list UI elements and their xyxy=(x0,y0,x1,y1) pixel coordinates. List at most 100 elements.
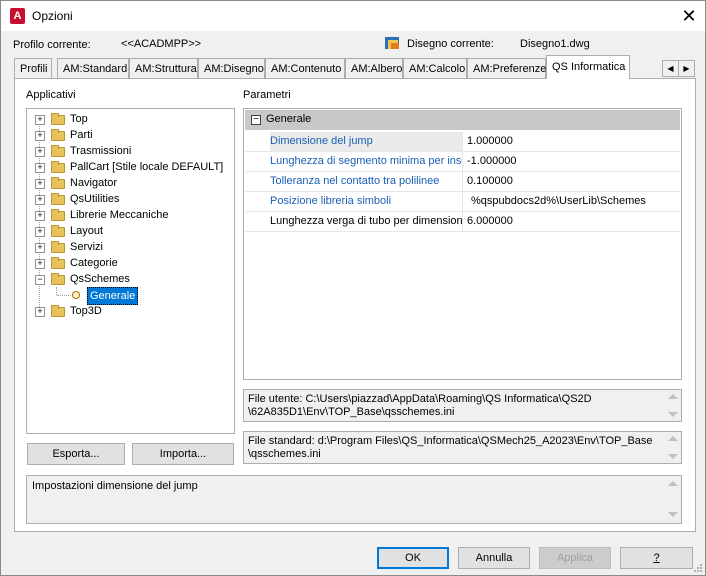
tree-item-servizi[interactable]: + Servizi xyxy=(27,239,232,255)
tree-item-top3d[interactable]: + Top3D xyxy=(27,303,232,319)
options-dialog: A Opzioni ✕ Profilo corrente: <<ACADMPP>… xyxy=(0,0,706,576)
collapse-icon[interactable]: − xyxy=(35,275,45,285)
tree-item-navigator[interactable]: + Navigator xyxy=(27,175,232,191)
group-title: Generale xyxy=(266,113,312,125)
tree-line xyxy=(56,287,57,295)
param-value[interactable]: %qspubdocs2d%\UserLib\Schemes xyxy=(462,192,680,211)
expand-icon[interactable]: + xyxy=(35,195,45,205)
scroll-up-icon[interactable] xyxy=(668,394,678,399)
tree-item-trasmissioni[interactable]: + Trasmissioni xyxy=(27,143,232,159)
expand-icon[interactable]: + xyxy=(35,115,45,125)
scroll-down-icon[interactable] xyxy=(668,454,678,459)
tab-am-calcolo[interactable]: AM:Calcolo xyxy=(403,58,467,78)
tree-item-categorie[interactable]: + Categorie xyxy=(27,255,232,271)
tree-item-qsschemes[interactable]: − QsSchemes xyxy=(27,271,232,287)
tree-item-label: Servizi xyxy=(70,241,104,253)
close-icon[interactable]: ✕ xyxy=(673,3,705,29)
param-name: Lunghezza di segmento minima per inser xyxy=(270,155,462,167)
folder-icon xyxy=(51,129,65,141)
tree-item-label: Top3D xyxy=(70,305,102,317)
resize-grip-icon[interactable] xyxy=(693,563,703,573)
ok-button[interactable]: OK xyxy=(377,547,449,569)
user-file-line2: \62A835D1\Env\TOP_Base\qsschemes.ini xyxy=(248,406,455,418)
description-box: Impostazioni dimensione del jump xyxy=(26,475,682,524)
grid-row[interactable]: Lunghezza verga di tubo per dimensiona 6… xyxy=(245,212,681,232)
folder-icon xyxy=(51,257,65,269)
tree-item-parti[interactable]: + Parti xyxy=(27,127,232,143)
grid-row[interactable]: Lunghezza di segmento minima per inser -… xyxy=(245,152,681,172)
tree-item-top[interactable]: + Top xyxy=(27,111,232,127)
tab-scroll-left-icon[interactable]: ◀ xyxy=(662,60,679,77)
parameter-grid: − Generale Dimensione del jump 1.000000 … xyxy=(243,108,682,380)
group-header-generale[interactable]: − Generale xyxy=(245,110,680,130)
applicativi-tree: + Top + Parti + Trasmissioni + PallCart … xyxy=(26,108,235,434)
scroll-down-icon[interactable] xyxy=(668,412,678,417)
tree-item-label: Categorie xyxy=(70,257,118,269)
param-name: Posizione libreria simboli xyxy=(270,195,392,207)
export-button[interactable]: Esporta... xyxy=(27,443,125,465)
collapse-icon[interactable]: − xyxy=(251,115,261,125)
tree-item-label: QsUtilities xyxy=(70,193,120,205)
folder-icon xyxy=(51,177,65,189)
grid-row[interactable]: Dimensione del jump 1.000000 xyxy=(245,132,681,152)
scroll-up-icon[interactable] xyxy=(668,481,678,486)
tab-am-albero[interactable]: AM:Albero xyxy=(345,58,403,78)
app-icon: A xyxy=(10,8,25,24)
folder-icon xyxy=(51,161,65,173)
expand-icon[interactable]: + xyxy=(35,131,45,141)
tab-am-preferenze[interactable]: AM:Preferenze xyxy=(467,58,546,78)
param-value[interactable]: -1.000000 xyxy=(462,152,680,171)
expand-icon[interactable]: + xyxy=(35,179,45,189)
standard-file-scrollbar[interactable] xyxy=(665,432,681,463)
description-scrollbar[interactable] xyxy=(665,476,681,523)
tab-am-contenuto[interactable]: AM:Contenuto xyxy=(265,58,345,78)
grid-rows: Dimensione del jump 1.000000 Lunghezza d… xyxy=(245,130,681,232)
folder-icon xyxy=(51,241,65,253)
profile-label: Profilo corrente: xyxy=(13,39,91,51)
expand-icon[interactable]: + xyxy=(35,243,45,253)
tree-item-layout[interactable]: + Layout xyxy=(27,223,232,239)
expand-icon[interactable]: + xyxy=(35,227,45,237)
tab-scroll-right-icon[interactable]: ▶ xyxy=(678,60,695,77)
grid-row[interactable]: Posizione libreria simboli %qspubdocs2d%… xyxy=(245,192,681,212)
tree-item-label: Top xyxy=(70,113,88,125)
tree-item-label: Trasmissioni xyxy=(70,145,132,157)
tab-am-struttura[interactable]: AM:Struttura xyxy=(129,58,198,78)
standard-file-line1: File standard: d:\Program Files\QS_Infor… xyxy=(248,435,653,447)
grid-row[interactable]: Tolleranza nel contatto tra polilinee 0.… xyxy=(245,172,681,192)
help-button[interactable]: ? xyxy=(620,547,693,569)
scroll-up-icon[interactable] xyxy=(668,436,678,441)
param-name: Dimensione del jump xyxy=(270,132,462,151)
expand-icon[interactable]: + xyxy=(35,259,45,269)
expand-icon[interactable]: + xyxy=(35,163,45,173)
tree-item-librerie-meccaniche[interactable]: + Librerie Meccaniche xyxy=(27,207,232,223)
tab-qs-informatica[interactable]: QS Informatica xyxy=(546,55,630,79)
tree-item-pallcart[interactable]: + PallCart [Stile locale DEFAULT] xyxy=(27,159,232,175)
tab-profili[interactable]: Profili xyxy=(14,58,52,78)
tree-item-label: Layout xyxy=(70,225,104,237)
param-value[interactable]: 6.000000 xyxy=(462,212,680,231)
scroll-down-icon[interactable] xyxy=(668,512,678,517)
tree-line xyxy=(57,295,71,296)
tab-am-disegno[interactable]: AM:Disegno xyxy=(198,58,265,78)
param-value[interactable]: 1.000000 xyxy=(462,132,680,151)
expand-icon[interactable]: + xyxy=(35,211,45,221)
param-value[interactable]: 0.100000 xyxy=(462,172,680,191)
profile-value: <<ACADMPP>> xyxy=(121,38,202,50)
import-button[interactable]: Importa... xyxy=(132,443,234,465)
drawing-label: Disegno corrente: xyxy=(407,38,494,50)
user-file-scrollbar[interactable] xyxy=(665,390,681,421)
apply-button[interactable]: Applica xyxy=(539,547,611,569)
tree-item-qsutilities[interactable]: + QsUtilities xyxy=(27,191,232,207)
drawing-icon xyxy=(385,37,401,51)
cancel-button[interactable]: Annulla xyxy=(458,547,530,569)
expand-icon[interactable]: + xyxy=(35,147,45,157)
tab-am-standard[interactable]: AM:Standard xyxy=(57,58,129,78)
parametri-label: Parametri xyxy=(243,89,291,101)
folder-icon xyxy=(51,193,65,205)
tree-item-generale[interactable]: Generale xyxy=(27,287,232,305)
expand-icon[interactable]: + xyxy=(35,307,45,317)
param-name: Tolleranza nel contatto tra polilinee xyxy=(270,175,440,187)
tree-item-label: PallCart [Stile locale DEFAULT] xyxy=(70,161,224,173)
leaf-node-icon xyxy=(72,291,80,299)
